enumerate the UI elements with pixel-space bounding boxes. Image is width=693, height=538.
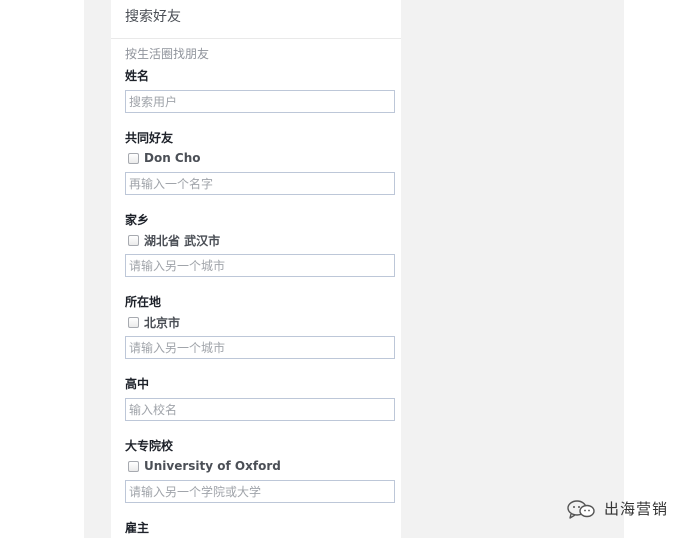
name-label: 姓名 <box>125 69 150 83</box>
panel-subtitle: 按生活圈找朋友 <box>125 47 210 61</box>
current-city-option[interactable]: 北京市 <box>128 314 180 330</box>
current-city-label: 所在地 <box>125 295 162 309</box>
wechat-icon <box>567 499 595 519</box>
watermark: 出海营销 <box>566 498 668 519</box>
mutual-friend-input[interactable] <box>125 172 395 195</box>
current-city-checkbox-label[interactable]: 北京市 <box>144 314 180 331</box>
high-school-input[interactable] <box>125 398 395 421</box>
college-input[interactable] <box>125 480 395 503</box>
hometown-checkbox[interactable] <box>128 234 139 246</box>
panel-title: 搜索好友 <box>111 0 401 39</box>
current-city-checkbox[interactable] <box>128 316 139 328</box>
college-checkbox[interactable] <box>128 460 139 472</box>
college-option[interactable]: University of Oxford <box>128 458 281 474</box>
hometown-option[interactable]: 湖北省 武汉市 <box>128 232 220 248</box>
watermark-text: 出海营销 <box>604 500 669 518</box>
search-friends-panel: 搜索好友 按生活圈找朋友 姓名 共同好友 Don Cho 家乡 湖北省 武汉市 … <box>111 0 401 538</box>
hometown-label: 家乡 <box>125 213 150 227</box>
name-search-input[interactable] <box>125 90 395 113</box>
mutual-friend-option[interactable]: Don Cho <box>128 150 201 166</box>
college-label: 大专院校 <box>125 439 174 453</box>
mutual-friend-checkbox-label[interactable]: Don Cho <box>144 151 201 165</box>
employer-label: 雇主 <box>125 521 150 535</box>
hometown-input[interactable] <box>125 254 395 277</box>
high-school-label: 高中 <box>125 377 150 391</box>
mutual-friends-label: 共同好友 <box>125 131 174 145</box>
current-city-input[interactable] <box>125 336 395 359</box>
mutual-friend-checkbox[interactable] <box>128 152 139 164</box>
hometown-checkbox-label[interactable]: 湖北省 武汉市 <box>144 232 220 249</box>
college-checkbox-label[interactable]: University of Oxford <box>144 459 281 473</box>
